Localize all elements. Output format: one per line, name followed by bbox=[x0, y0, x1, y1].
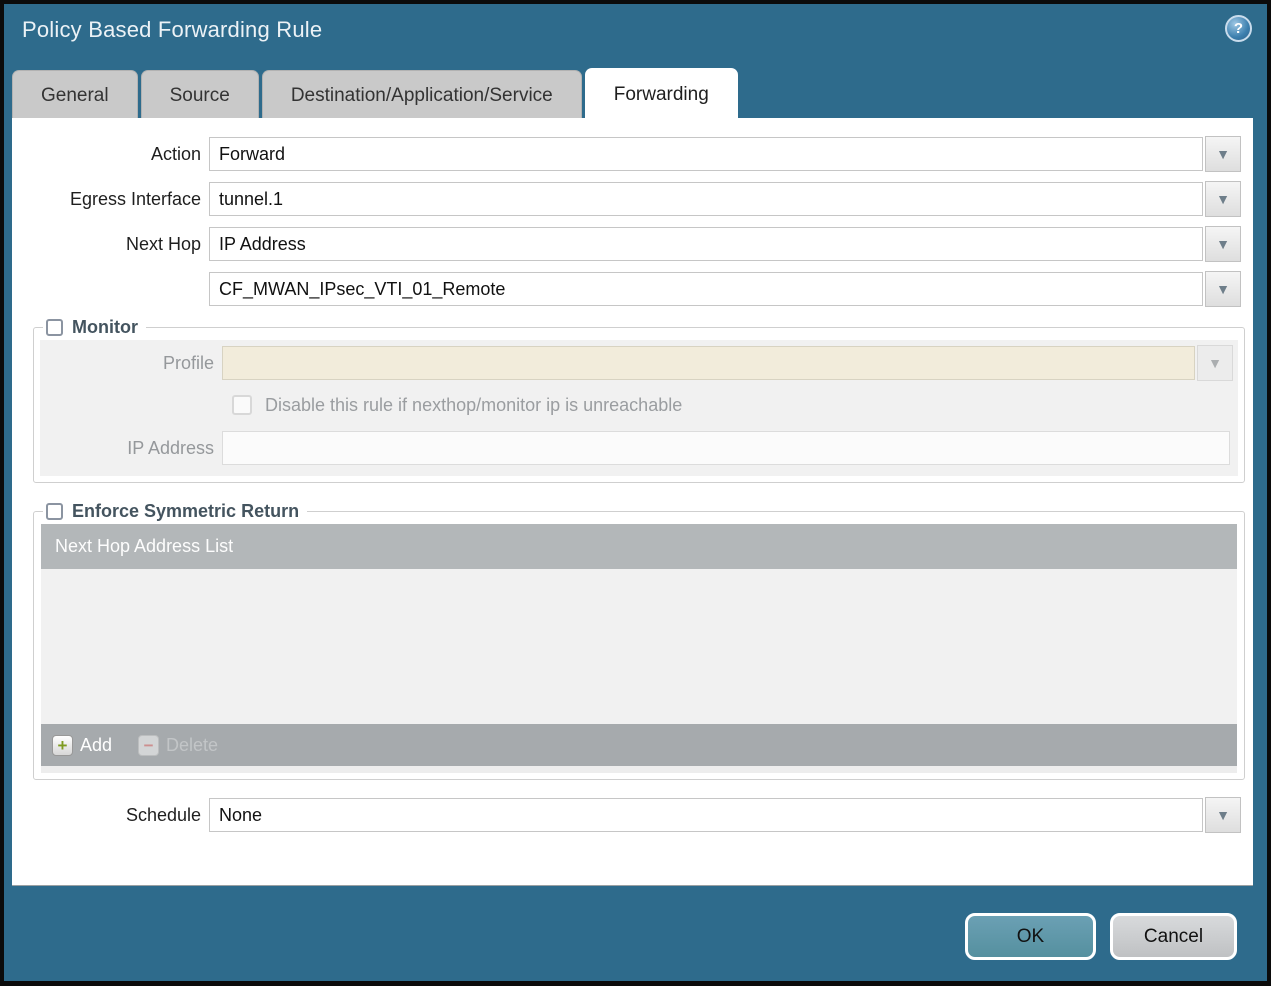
next-hop-address-dropdown-icon[interactable]: ▼ bbox=[1205, 271, 1241, 307]
add-button-label: Add bbox=[80, 734, 113, 755]
symmetric-return-legend-label: Enforce Symmetric Return bbox=[72, 501, 300, 521]
cancel-button[interactable]: Cancel bbox=[1110, 913, 1237, 960]
delete-button-label: Delete bbox=[166, 734, 219, 755]
schedule-row: Schedule None ▼ bbox=[12, 797, 1253, 833]
schedule-label: Schedule bbox=[125, 804, 201, 825]
tab-general[interactable]: General bbox=[12, 70, 138, 120]
next-hop-address-list-table: Next Hop Address List + Add − Delete bbox=[41, 524, 1237, 773]
next-hop-address-list-toolbar: + Add − Delete bbox=[41, 724, 1237, 766]
monitor-inner-panel: Profile ▼ Disable this rule if nexthop/m… bbox=[40, 340, 1238, 476]
disable-rule-checkbox bbox=[232, 395, 252, 415]
tab-bar: General Source Destination/Application/S… bbox=[12, 68, 741, 120]
delete-button: − Delete bbox=[138, 734, 219, 756]
monitor-legend-label: Monitor bbox=[72, 317, 138, 337]
action-dropdown-icon[interactable]: ▼ bbox=[1205, 136, 1241, 172]
egress-interface-label: Egress Interface bbox=[69, 188, 201, 209]
profile-row: Profile ▼ bbox=[40, 345, 1238, 381]
schedule-dropdown-icon[interactable]: ▼ bbox=[1205, 797, 1241, 833]
action-label: Action bbox=[150, 143, 201, 164]
action-select[interactable]: Forward bbox=[209, 137, 1203, 171]
next-hop-address-select[interactable]: CF_MWAN_IPsec_VTI_01_Remote bbox=[209, 272, 1203, 306]
tab-destination-application-service[interactable]: Destination/Application/Service bbox=[261, 70, 582, 120]
delete-icon: − bbox=[138, 734, 160, 756]
next-hop-address-list-body bbox=[41, 569, 1237, 724]
disable-rule-label: Disable this rule if nexthop/monitor ip … bbox=[265, 394, 683, 415]
tab-source[interactable]: Source bbox=[140, 70, 259, 120]
next-hop-label: Next Hop bbox=[125, 233, 201, 254]
tab-forwarding[interactable]: Forwarding bbox=[584, 68, 738, 120]
monitor-checkbox[interactable] bbox=[46, 319, 63, 336]
next-hop-type-select[interactable]: IP Address bbox=[209, 227, 1203, 261]
next-hop-address-row: CF_MWAN_IPsec_VTI_01_Remote ▼ bbox=[12, 271, 1253, 307]
next-hop-type-dropdown-icon[interactable]: ▼ bbox=[1205, 226, 1241, 262]
egress-interface-select[interactable]: tunnel.1 bbox=[209, 182, 1203, 216]
enforce-symmetric-return-section: Enforce Symmetric Return Next Hop Addres… bbox=[33, 501, 1245, 780]
egress-interface-dropdown-icon[interactable]: ▼ bbox=[1205, 181, 1241, 217]
forwarding-tab-panel: Action Forward ▼ Egress Interface tunnel… bbox=[12, 118, 1253, 886]
monitor-ip-row: IP Address bbox=[40, 431, 1238, 465]
enforce-symmetric-return-checkbox[interactable] bbox=[46, 503, 63, 520]
profile-select bbox=[222, 346, 1195, 380]
monitor-ip-input bbox=[222, 431, 1230, 465]
action-row: Action Forward ▼ bbox=[12, 136, 1253, 172]
ok-button[interactable]: OK bbox=[965, 913, 1096, 960]
help-icon[interactable]: ? bbox=[1225, 15, 1252, 42]
monitor-section: Monitor Profile ▼ Disable this rule if n… bbox=[33, 317, 1245, 483]
profile-dropdown-icon: ▼ bbox=[1197, 345, 1233, 381]
pbf-rule-dialog: Policy Based Forwarding Rule ? General S… bbox=[0, 0, 1271, 986]
profile-label: Profile bbox=[162, 352, 214, 373]
next-hop-row: Next Hop IP Address ▼ bbox=[12, 226, 1253, 262]
monitor-legend: Monitor bbox=[43, 317, 146, 338]
schedule-select[interactable]: None bbox=[209, 798, 1203, 832]
next-hop-address-list-header: Next Hop Address List bbox=[41, 524, 1237, 569]
add-icon: + bbox=[52, 734, 73, 756]
add-button[interactable]: + Add bbox=[52, 734, 113, 756]
dialog-title: Policy Based Forwarding Rule bbox=[22, 17, 323, 42]
egress-interface-row: Egress Interface tunnel.1 ▼ bbox=[12, 181, 1253, 217]
disable-rule-row: Disable this rule if nexthop/monitor ip … bbox=[232, 392, 1238, 418]
table-bottom-strip bbox=[41, 766, 1237, 773]
symmetric-return-legend: Enforce Symmetric Return bbox=[43, 501, 307, 522]
monitor-ip-label: IP Address bbox=[127, 437, 214, 458]
